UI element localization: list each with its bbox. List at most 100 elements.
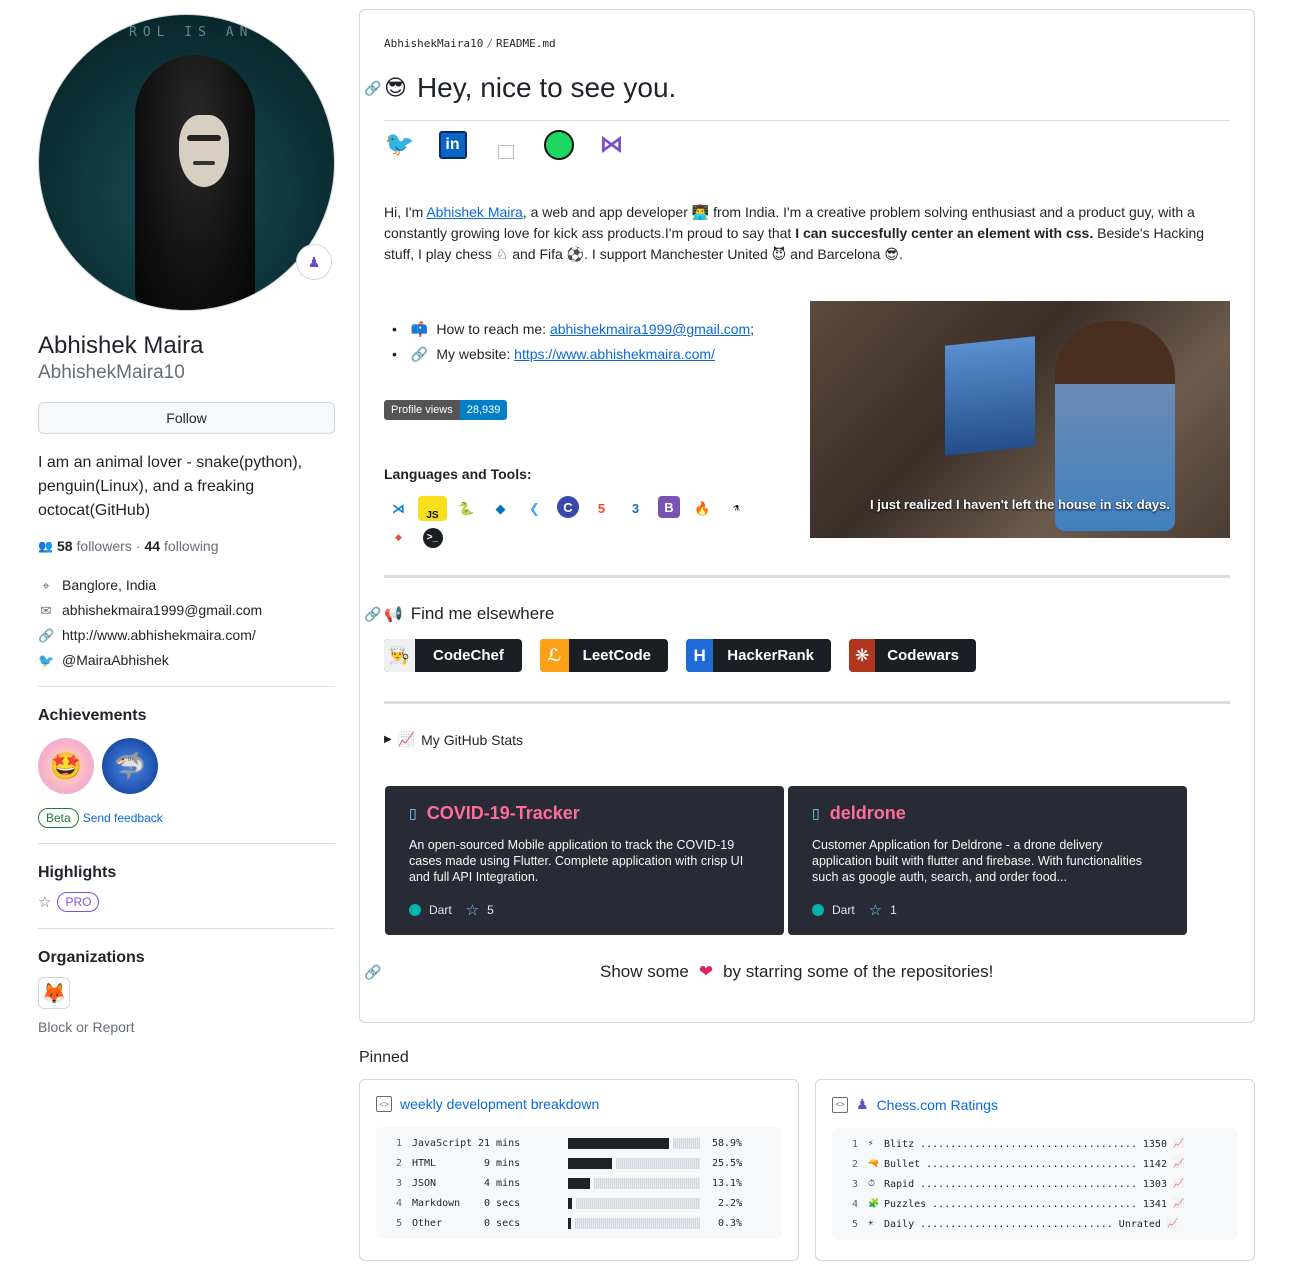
divider <box>38 686 335 687</box>
website-url-link[interactable]: https://www.abhishekmaira.com/ <box>514 346 715 362</box>
location-item: ⌖ Banglore, India <box>38 573 335 598</box>
language-name: Other <box>412 1217 443 1229</box>
avatar[interactable]: ROL IS AN ILLU <box>38 14 335 311</box>
python-icon[interactable]: 🐍 <box>452 496 481 521</box>
heading-anchor-link-icon[interactable]: 🔗 <box>364 80 381 97</box>
repo-card-deldrone[interactable]: ▯ deldrone Customer Application for Deldr… <box>788 786 1187 935</box>
crumb-user[interactable]: AbhishekMaira10 <box>384 37 483 50</box>
follow-button[interactable]: Follow <box>38 402 335 434</box>
code-line: 3 JSON 4 mins 13.1% <box>376 1173 782 1193</box>
organizations-title: Organizations <box>38 949 145 966</box>
followers-link[interactable]: 58 followers <box>57 538 132 554</box>
twitter-icon[interactable]: 🐦 <box>384 129 415 160</box>
progress-remainder <box>673 1137 700 1149</box>
gist-title[interactable]: Chess.com Ratings <box>877 1097 998 1113</box>
find-me-text: Find me elsewhere <box>410 604 555 623</box>
block-report-link[interactable]: Block or Report <box>38 1019 335 1035</box>
starstruck-badge-icon[interactable]: 🤩 <box>38 738 94 794</box>
chart-icon: 📈 <box>1172 1199 1185 1209</box>
follow-stats: 👥 58 followers · 44 following <box>38 538 335 554</box>
reach-email-link[interactable]: abhishekmaira1999@gmail.com <box>550 321 750 337</box>
intro-prefix: Hi, I'm <box>384 204 427 220</box>
github-stats-toggle[interactable]: ▶ 📈 My GitHub Stats <box>384 731 523 748</box>
email-link[interactable]: abhishekmaira1999@gmail.com <box>62 598 262 623</box>
website-link[interactable]: http://www.abhishekmaira.com/ <box>62 623 256 648</box>
beta-feedback: Beta Send feedback <box>38 808 335 828</box>
leetcode-icon: ℒ <box>540 639 569 672</box>
link-icon: 🔗 <box>38 628 55 643</box>
language-name: JSON <box>412 1177 437 1189</box>
git-icon[interactable]: ◆ <box>384 525 413 550</box>
highlights-row: ☆ PRO <box>38 892 335 912</box>
vscode-icon[interactable]: ⋊ <box>384 496 413 521</box>
intro-name-link[interactable]: Abhishek Maira <box>426 204 523 220</box>
bootstrap-icon[interactable]: B <box>658 496 680 518</box>
twitter-link[interactable]: @MairaAbhishek <box>62 648 169 673</box>
progress-bar <box>568 1217 700 1229</box>
contact-list: 📫 How to reach me: abhishekmaira1999@gma… <box>384 317 754 367</box>
find-anchor-link-icon[interactable]: 🔗 <box>364 606 381 623</box>
spotify-icon[interactable] <box>543 129 574 160</box>
gist-title[interactable]: weekly development breakdown <box>400 1096 599 1112</box>
chess-pawn-icon: ♟ <box>307 253 321 270</box>
views-count: 28,939 <box>459 400 508 420</box>
hackerrank-badge[interactable]: H HackerRank <box>686 639 831 672</box>
c-lang-icon[interactable]: C <box>557 496 579 518</box>
repo-description: An open-sourced Mobile application to tr… <box>409 838 744 884</box>
views-label: Profile views <box>384 400 460 420</box>
firebase-icon[interactable]: 🔥 <box>688 496 717 521</box>
social-links: 🐦 in ⋈ <box>384 129 627 160</box>
status-button[interactable]: ♟ <box>296 244 332 280</box>
crumb-file[interactable]: README.md <box>496 37 556 50</box>
send-feedback-link[interactable]: Send feedback <box>83 811 163 825</box>
megaphone-icon: 📫 <box>410 321 429 337</box>
language-name: HTML <box>412 1157 437 1169</box>
divider <box>38 928 335 929</box>
linkedin-icon[interactable]: in <box>437 129 468 160</box>
html5-icon[interactable]: 5 <box>587 496 616 521</box>
repo-name[interactable]: COVID-19-Tracker <box>427 803 580 824</box>
twitter-icon: 🐦 <box>38 653 55 668</box>
weekly-code-box: 1 JavaScript 21 mins 58.9% 2 HTML 9 mins 25.5%… <box>376 1127 782 1239</box>
star-icon: ☆ <box>465 902 480 919</box>
flutter-icon[interactable]: ❮ <box>520 496 549 521</box>
javascript-icon[interactable]: JS <box>418 496 447 521</box>
percent-value: 2.2% <box>712 1197 743 1209</box>
css3-icon[interactable]: 3 <box>621 496 650 521</box>
repo-stars: 1 <box>890 903 897 917</box>
profile-details: ⌖ Banglore, India ✉ abhishekmaira1999@gmai… <box>38 573 335 673</box>
repo-name[interactable]: deldrone <box>830 803 906 824</box>
codewars-badge[interactable]: ❋ Codewars <box>849 639 976 672</box>
repo-language: Dart <box>832 903 855 917</box>
website-item: 🔗 My website: https://www.abhishekmaira.… <box>384 342 754 367</box>
following-link[interactable]: 44 following <box>144 538 218 554</box>
terminal-icon[interactable]: >_ <box>418 525 447 550</box>
organization-avatar[interactable]: 🦊 <box>38 977 70 1009</box>
progress-bar <box>568 1137 700 1149</box>
chess-mode-icon: ☀ <box>868 1219 874 1229</box>
website-item[interactable]: 🔗 http://www.abhishekmaira.com/ <box>38 623 335 648</box>
codechef-badge[interactable]: 👨‍🍳 CodeChef <box>384 639 522 672</box>
line-number: 4 <box>395 1197 402 1209</box>
repo-card-covid[interactable]: ▯ COVID-19-Tracker An open-sourced Mobile… <box>385 786 784 935</box>
twitter-item[interactable]: 🐦 @MairaAbhishek <box>38 648 335 673</box>
percent-value: 58.9% <box>712 1137 743 1149</box>
broken-image-icon[interactable] <box>490 129 521 160</box>
line-number: 3 <box>851 1178 858 1190</box>
visual-studio-icon[interactable]: ⋈ <box>596 129 627 160</box>
shark-badge-icon[interactable]: 🦈 <box>102 738 158 794</box>
flask-icon[interactable]: ⚗ <box>722 496 751 521</box>
code-line: 5 Other 0 secs 0.3% <box>376 1213 782 1233</box>
email-item[interactable]: ✉ abhishekmaira1999@gmail.com <box>38 598 335 623</box>
repo-description: Customer Application for Deldrone - a dr… <box>812 838 1143 884</box>
leetcode-badge[interactable]: ℒ LeetCode <box>540 639 668 672</box>
code-line: 1 JavaScript 21 mins 58.9% <box>376 1133 782 1153</box>
code-line: 3 ⏱ Rapid ................................… <box>832 1174 1238 1194</box>
dart-icon[interactable]: ◆ <box>486 496 515 521</box>
pro-badge[interactable]: PRO <box>57 892 100 912</box>
repo-language: Dart <box>429 903 452 917</box>
readme-heading: 😎 Hey, nice to see you. <box>384 72 676 104</box>
repo-meta: Dart ☆ 1 <box>812 901 897 919</box>
show-some-anchor-link-icon[interactable]: 🔗 <box>364 964 381 981</box>
full-name: Abhishek Maira <box>38 332 204 359</box>
